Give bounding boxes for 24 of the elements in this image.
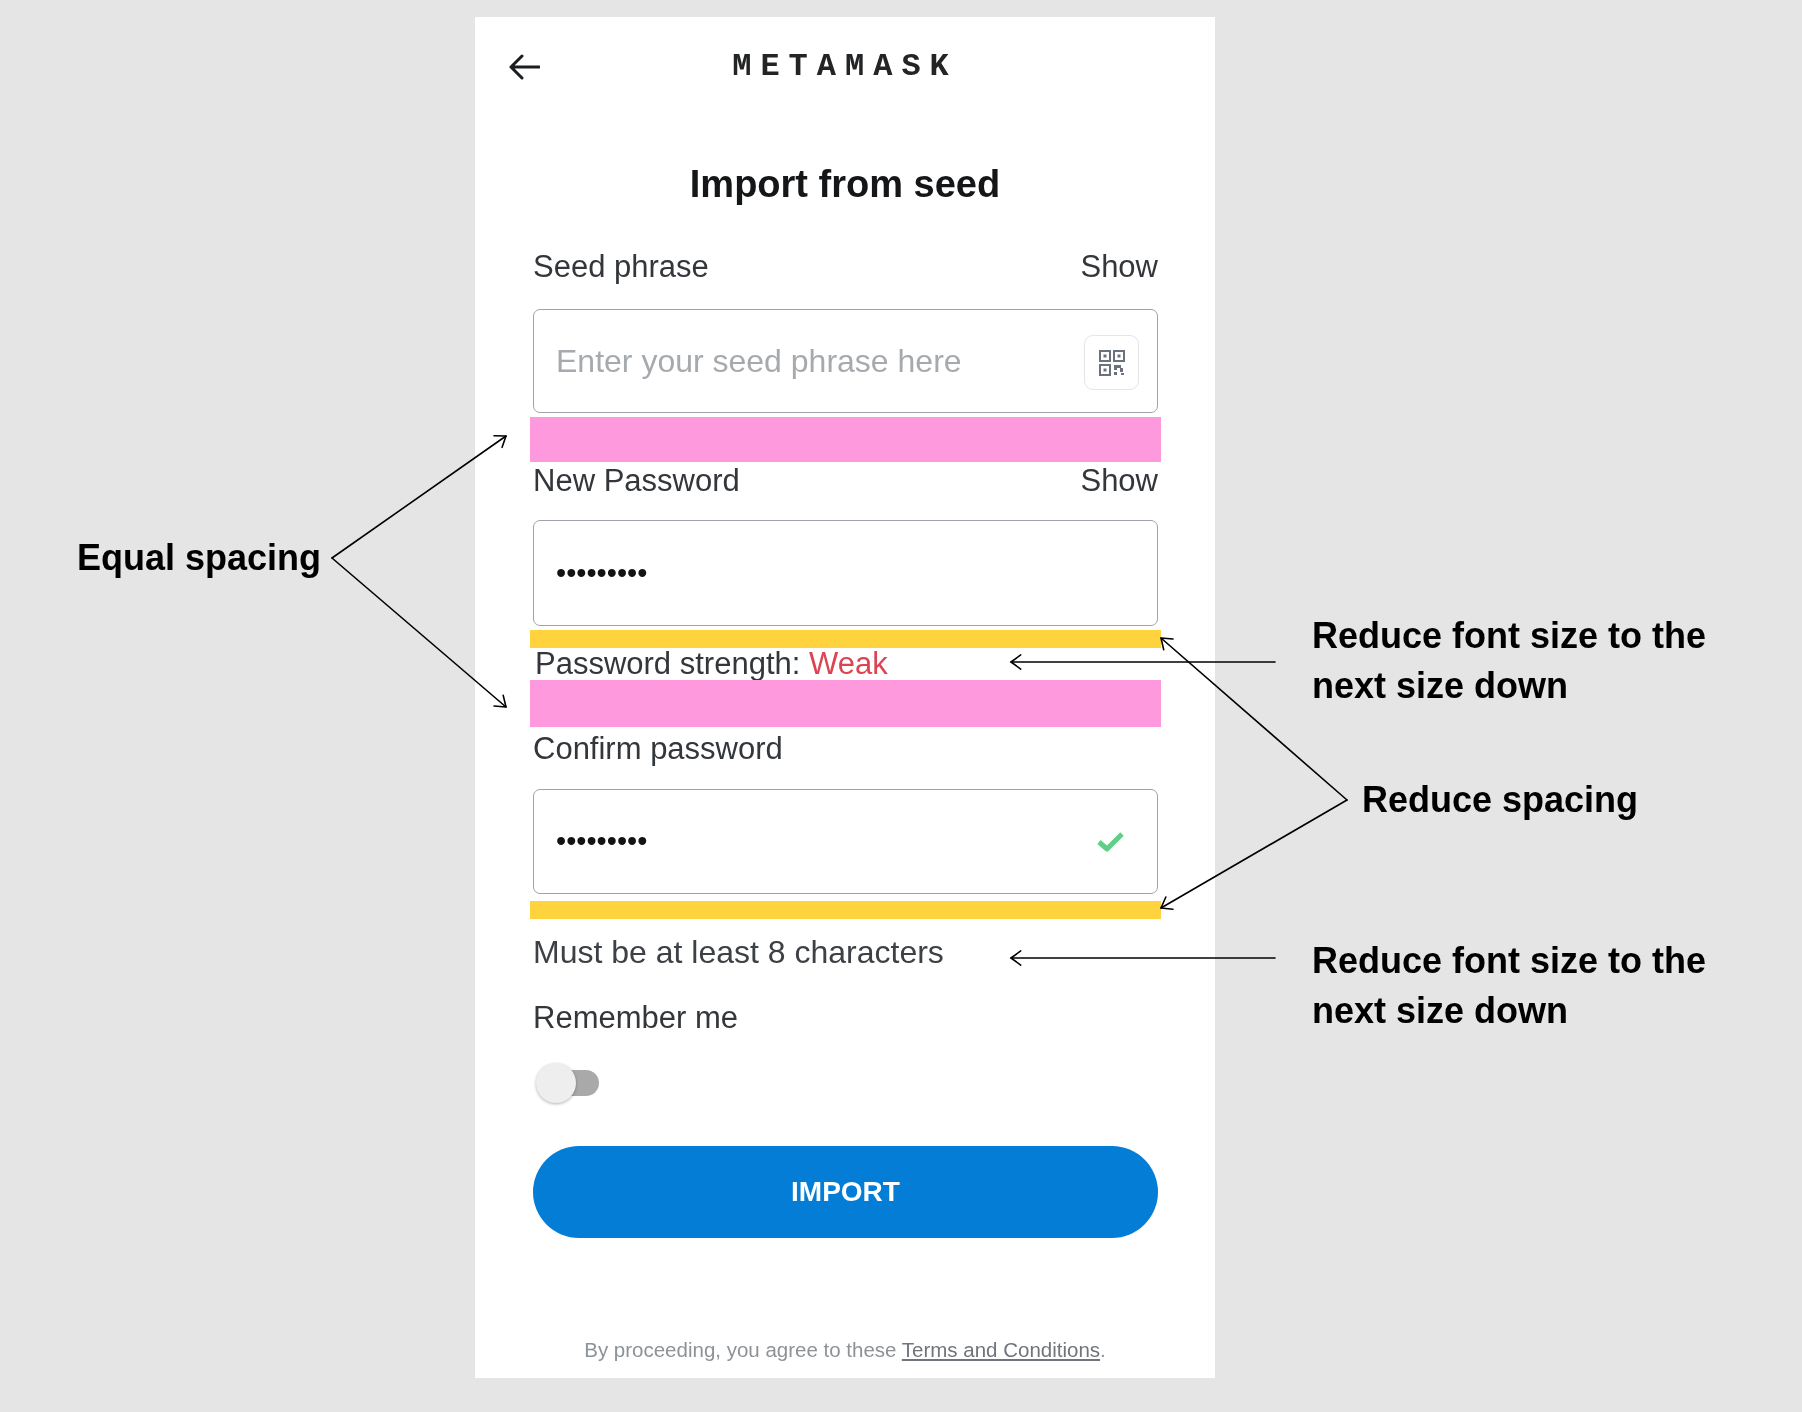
back-arrow-icon[interactable]: [508, 53, 540, 81]
field-label: Confirm password: [533, 731, 783, 767]
field-label: Remember me: [533, 1000, 738, 1036]
show-button[interactable]: Show: [1080, 249, 1158, 285]
seed-phrase-field[interactable]: Enter your seed phrase here: [533, 309, 1158, 413]
qr-code-icon: [1098, 349, 1125, 376]
password-strength-text: Password strength: Weak: [534, 648, 888, 680]
annotation-text: Equal spacing: [77, 536, 323, 580]
annotation-text: Reduce font size to the next size down: [1312, 939, 1708, 1033]
terms-notice: By proceeding, you agree to these Terms and Conditions.: [583, 1338, 1107, 1362]
show-button[interactable]: Show: [1080, 463, 1158, 499]
annotation-text: Reduce font size to the next size down: [1312, 614, 1708, 708]
import-button[interactable]: IMPORT: [533, 1146, 1158, 1238]
qr-scan-button[interactable]: [1084, 335, 1139, 390]
password-field[interactable]: •••••••••: [533, 789, 1158, 894]
annotation-text: Reduce spacing: [1362, 778, 1640, 822]
remember-me-toggle[interactable]: [536, 1062, 599, 1104]
page-heading: Import from seed: [688, 162, 1002, 207]
terms-link[interactable]: Terms and Conditions: [901, 1338, 1101, 1361]
app-title: METAMASK: [732, 47, 958, 87]
field-label: New Password: [533, 463, 740, 499]
password-field[interactable]: •••••••••: [533, 520, 1158, 626]
field-label: Seed phrase: [533, 249, 709, 285]
hint-text: Must be at least 8 characters: [533, 934, 944, 970]
